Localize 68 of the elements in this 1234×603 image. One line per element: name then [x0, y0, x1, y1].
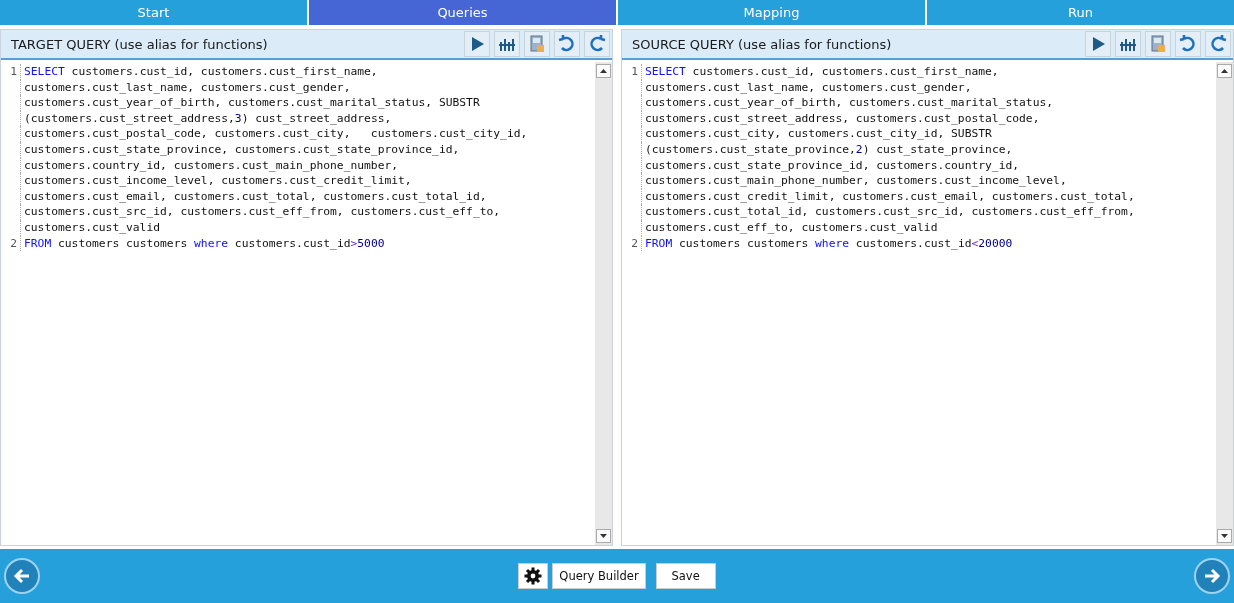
- code-line: customers.cust_valid: [23, 219, 161, 236]
- toolbar-button[interactable]: [494, 31, 520, 57]
- left-arrow-icon: [13, 567, 31, 585]
- undo-icon: [557, 34, 577, 54]
- code-line: customers.cust_total_id, customers.cust_src_id, customers.cust_eff_from,: [644, 204, 1135, 220]
- code-line: customers.cust_email, customers.cust_total, customers.cust_total_id,: [23, 188, 487, 205]
- toolbar-button[interactable]: [554, 31, 580, 57]
- save-button[interactable]: Save: [655, 563, 716, 589]
- up-arrow-icon: [600, 69, 607, 73]
- undo-icon: [1178, 34, 1198, 54]
- toolbar-button[interactable]: [1085, 31, 1111, 57]
- code-line: customers.country_id, customers.cust_main_phone_number,: [23, 157, 399, 174]
- settings-icon: [524, 567, 543, 585]
- document-icon: [1148, 34, 1168, 54]
- code-line: customers.cust_income_level, customers.cust_credit_limit,: [23, 173, 412, 189]
- line-number: 2: [10, 236, 17, 250]
- settings-button[interactable]: [518, 563, 549, 589]
- code-line: customers.cust_postal_code, customers.cust_city, customers.cust_city_id,: [23, 126, 528, 142]
- tab[interactable]: Queries: [309, 0, 616, 25]
- tab[interactable]: Start: [0, 0, 307, 25]
- scroll-up-button[interactable]: [596, 64, 611, 78]
- line-number: 1: [631, 65, 638, 78]
- code-line: customers.cust_main_phone_number, customers.cust_income_level,: [644, 173, 1067, 189]
- code-line: SELECT customers.cust_id, customers.cust_first_name,: [644, 64, 999, 80]
- code-line: SELECT customers.cust_id, customers.cust_first_name,: [23, 64, 378, 80]
- code-line: customers.cust_eff_to, customers.cust_valid: [644, 219, 938, 236]
- scrollbar[interactable]: [1216, 62, 1233, 545]
- code-line: (customers.cust_street_address,3) cust_street_address,: [23, 110, 392, 127]
- line-number: 1: [10, 65, 17, 78]
- toolbar-button[interactable]: [464, 31, 490, 57]
- code-line: customers.cust_year_of_birth, customers.cust_marital_status, SUBSTR: [23, 95, 480, 111]
- scrollbar[interactable]: [595, 62, 612, 545]
- toolbar-button[interactable]: [584, 31, 610, 57]
- code-line: customers.cust_state_province_id, customers.country_id,: [644, 157, 1020, 174]
- code-line: customers.cust_city, customers.cust_city_id, SUBSTR: [644, 126, 992, 142]
- code-line: customers.cust_src_id, customers.cust_eff_from, customers.cust_eff_to,: [23, 204, 501, 220]
- forward-button[interactable]: [1194, 558, 1230, 594]
- up-arrow-icon: [1221, 69, 1228, 73]
- scroll-up-button[interactable]: [1217, 64, 1232, 78]
- down-arrow-icon: [600, 534, 607, 538]
- scroll-down-button[interactable]: [596, 529, 611, 543]
- tab[interactable]: Mapping: [618, 0, 925, 25]
- code-line: customers.cust_year_of_birth, customers.cust_marital_status,: [644, 95, 1054, 111]
- document-icon: [527, 34, 547, 54]
- code-line: FROM customers customers where customers.cust_id>5000: [23, 235, 385, 252]
- code-line: customers.cust_credit_limit, customers.cust_email, customers.cust_total,: [644, 188, 1135, 205]
- code-line: (customers.cust_state_province,2) cust_state_province,: [644, 141, 1013, 158]
- panel-title: SOURCE QUERY (use alias for functions): [632, 36, 892, 52]
- redo-icon: [587, 34, 607, 54]
- line-number: 2: [631, 236, 638, 250]
- down-arrow-icon: [1221, 534, 1228, 538]
- toolbar-button[interactable]: [1115, 31, 1141, 57]
- code-line: FROM customers customers where customers.cust_id<20000: [644, 235, 1013, 252]
- code-line: customers.cust_state_province, customers.cust_state_province_id,: [23, 141, 460, 158]
- code-line: customers.cust_last_name, customers.cust_gender,: [644, 79, 972, 96]
- toolbar-button[interactable]: [1205, 31, 1231, 57]
- code-line: customers.cust_street_address, customers.cust_postal_code,: [644, 110, 1040, 127]
- scroll-down-button[interactable]: [1217, 529, 1232, 543]
- toolbar-button[interactable]: [1145, 31, 1171, 57]
- redo-icon: [1208, 34, 1228, 54]
- panel-title: TARGET QUERY (use alias for functions): [11, 36, 268, 52]
- toolbar-button[interactable]: [524, 31, 550, 57]
- code-line: customers.cust_last_name, customers.cust_gender,: [23, 79, 351, 96]
- tab[interactable]: Run: [927, 0, 1234, 25]
- right-arrow-icon: [1203, 567, 1221, 585]
- toolbar-button[interactable]: [1175, 31, 1201, 57]
- back-button[interactable]: [4, 558, 40, 594]
- query-builder-button[interactable]: Query Builder: [552, 563, 646, 589]
